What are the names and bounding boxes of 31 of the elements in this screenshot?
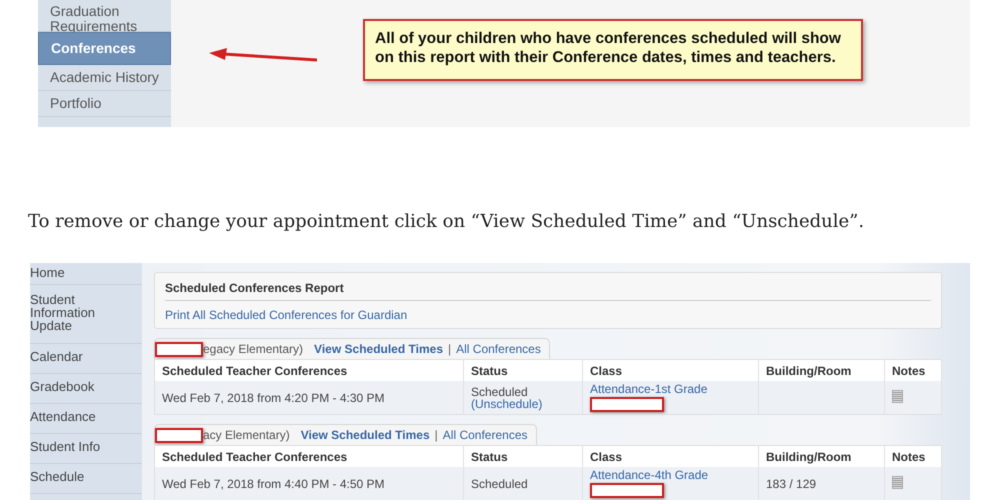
sidebar-item[interactable]: Calendar bbox=[30, 344, 142, 374]
school-name: acy Elementary) bbox=[203, 428, 290, 442]
print-link[interactable]: Print All Scheduled Conferences for Guardian bbox=[165, 308, 931, 322]
arrow-icon bbox=[209, 48, 319, 64]
unschedule-link[interactable]: (Unschedule) bbox=[471, 398, 575, 410]
status-text: Scheduled bbox=[471, 386, 529, 398]
all-conferences-link[interactable]: All Conferences bbox=[442, 428, 528, 442]
sidebar-item[interactable]: Schedule bbox=[30, 464, 142, 494]
note-icon[interactable] bbox=[892, 476, 903, 488]
sidebar-item[interactable]: Home bbox=[30, 263, 142, 285]
separator: | bbox=[434, 428, 438, 442]
table-cell: Wed Feb 7, 2018 from 4:20 PM - 4:30 PM bbox=[154, 381, 464, 415]
school-name: egacy Elementary) bbox=[203, 342, 304, 356]
note-icon[interactable] bbox=[892, 390, 903, 403]
sidebar-item[interactable]: Student Information Update bbox=[30, 285, 142, 344]
sidebar-item[interactable]: Attendance bbox=[30, 404, 142, 434]
room-text: 183 / 129 bbox=[766, 476, 816, 490]
sidebar-item[interactable]: Gradebook bbox=[30, 374, 142, 404]
sidebar-item[interactable]: Academic History bbox=[38, 65, 171, 91]
instruction-text: To remove or change your appointment click on “View Scheduled Time” and “Unschedule”. bbox=[28, 211, 866, 234]
table-cell: Wed Feb 7, 2018 from 4:40 PM - 4:50 PM bbox=[154, 467, 464, 500]
separator: | bbox=[448, 342, 452, 356]
sidebar-item[interactable]: Conferences bbox=[38, 32, 171, 65]
view-times-link[interactable]: View Scheduled Times bbox=[314, 342, 443, 356]
all-conferences-link[interactable]: All Conferences bbox=[456, 342, 541, 356]
sidebar-item[interactable]: Portfolio bbox=[38, 91, 171, 117]
sidebar-item[interactable]: Student Info bbox=[30, 434, 142, 464]
report-title: Scheduled Conferences Report bbox=[165, 281, 931, 301]
status-text: Scheduled bbox=[471, 478, 529, 490]
callout-note: All of your children who have conferences scheduled will show on this report with their Conference dates, times and teachers. bbox=[363, 19, 863, 81]
view-times-link[interactable]: View Scheduled Times bbox=[300, 428, 430, 442]
